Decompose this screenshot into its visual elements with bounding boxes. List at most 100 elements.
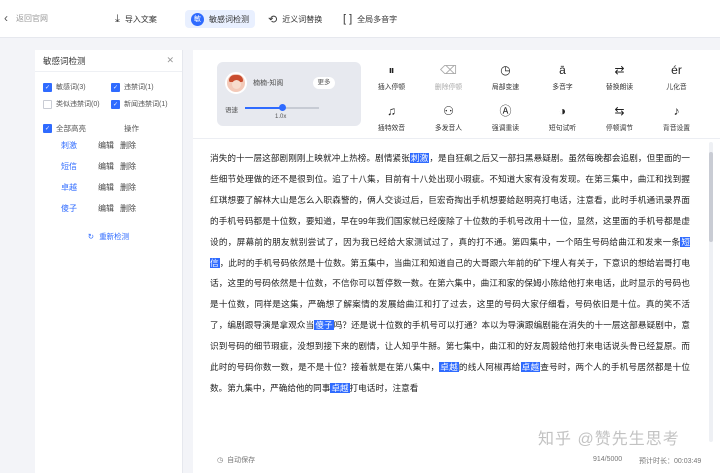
list-item: 短信 编辑 删除 xyxy=(43,156,174,177)
script-text-editor[interactable]: 消失的十一层这部剧刚刚上映就冲上热榜。剧情紧张刺激，是自狂飙之后又一部扫黑悬疑剧… xyxy=(210,148,690,438)
local-speed-tool[interactable]: ◷ 局部变速 xyxy=(477,62,534,91)
pause-adjust-tool[interactable]: ⇆ 停顿调节 xyxy=(591,103,648,132)
speed-slider-fill xyxy=(245,107,282,109)
polyphone-icon: [ ] xyxy=(343,13,353,25)
synonym-replace-button[interactable]: ⟲ 近义词替换 xyxy=(268,10,322,28)
category-prohibited[interactable]: ✓ 违禁词(1) xyxy=(111,82,183,92)
clock-icon: ◷ xyxy=(217,457,224,464)
char-count: 914/5000 xyxy=(593,456,623,463)
delete-button[interactable]: 删除 xyxy=(120,182,136,193)
speed-slider-thumb[interactable] xyxy=(278,104,286,111)
music-note-icon: ♫ xyxy=(387,104,396,118)
remove-pause-tool[interactable]: ⌫ 删除停顿 xyxy=(420,62,477,91)
highlighted-sensitive-word[interactable]: 傻子 xyxy=(314,320,334,331)
voice-name: 楠楠-知阁 xyxy=(253,80,284,87)
close-icon[interactable]: ✕ xyxy=(166,55,174,66)
remove-pause-icon: ⌫ xyxy=(440,63,457,77)
emphasis-icon: Ⓐ xyxy=(499,104,512,118)
operation-column-label: 操作 xyxy=(124,123,139,133)
highlighted-sensitive-word[interactable]: 卓越 xyxy=(520,362,541,373)
delete-button[interactable]: 删除 xyxy=(120,140,136,151)
edit-button[interactable]: 编辑 xyxy=(98,161,114,172)
sensitive-word[interactable]: 短信 xyxy=(43,161,98,172)
synonym-replace-icon: ⟲ xyxy=(268,13,278,26)
panel-header: 敏感词检测 ✕ xyxy=(35,50,182,72)
back-label: 返回官网 xyxy=(16,13,48,23)
emphasis-tool[interactable]: Ⓐ 强调重读 xyxy=(477,103,534,132)
highlighted-sensitive-word[interactable]: 刺激 xyxy=(409,153,430,163)
delete-button[interactable]: 删除 xyxy=(120,161,136,172)
polyphone-tool[interactable]: ā 多音字 xyxy=(534,62,591,91)
preview-icon: ◑ xyxy=(558,104,567,118)
category-news-prohibited[interactable]: ✓ 新闻违禁词(1) xyxy=(111,99,183,109)
panel-title: 敏感词检测 xyxy=(43,55,86,66)
checkbox-checked-icon[interactable]: ✓ xyxy=(111,99,120,109)
sensitive-word[interactable]: 刺激 xyxy=(43,140,98,151)
back-to-site-button[interactable]: ‹ 返回官网 xyxy=(0,7,80,29)
estimated-duration: 预计时长：00:03:49 xyxy=(639,458,702,465)
editor-footer: ◷ 自动保存 914/5000 预计时长：00:03:49 xyxy=(193,447,720,473)
avatar[interactable] xyxy=(225,72,247,94)
edit-button[interactable]: 编辑 xyxy=(98,203,114,214)
replace-read-tool[interactable]: ⇄ 替换朗读 xyxy=(591,62,648,91)
editor-scrollbar[interactable] xyxy=(709,142,713,442)
import-text-button[interactable]: ⤓ 导入文案 xyxy=(115,10,157,28)
edit-button[interactable]: 编辑 xyxy=(98,182,114,193)
text-segment: 消失的十一层这部剧刚刚上映就冲上热榜。剧情紧张 xyxy=(210,153,410,163)
erhua-tool[interactable]: ér 儿化音 xyxy=(648,62,705,91)
recheck-button[interactable]: ↻ 重新检测 xyxy=(35,231,182,242)
list-item: 刺激 编辑 删除 xyxy=(43,135,174,156)
checkbox-unchecked-icon[interactable] xyxy=(43,99,52,109)
speed-slider[interactable] xyxy=(245,104,319,111)
erhua-icon: ér xyxy=(671,63,682,77)
text-segment: 打电话时，注意看 xyxy=(349,382,419,393)
list-item: 傻子 编辑 删除 xyxy=(43,198,174,219)
edit-button[interactable]: 编辑 xyxy=(98,140,114,151)
speed-icon: ◷ xyxy=(500,63,511,77)
sensitive-word-panel: 敏感词检测 ✕ ✓ 敏感词(3) ✓ 违禁词(1) 类似违禁词(0) ✓ 新闻违… xyxy=(35,50,183,473)
category-filters: ✓ 敏感词(3) ✓ 违禁词(1) 类似违禁词(0) ✓ 新闻违禁词(1) xyxy=(35,72,182,109)
checkbox-checked-icon[interactable]: ✓ xyxy=(111,82,120,92)
text-segment: 的线人阿椒再给 xyxy=(458,362,521,373)
category-similar-prohibited[interactable]: 类似违禁词(0) xyxy=(43,99,111,109)
scrollbar-thumb[interactable] xyxy=(709,152,713,242)
multi-speaker-icon: ⚇ xyxy=(443,104,454,118)
sensitive-word[interactable]: 傻子 xyxy=(43,203,98,214)
top-toolbar: ‹ 返回官网 ⤓ 导入文案 敏 敏感词检测 ⟲ 近义词替换 [ ] 全局多音字 xyxy=(0,0,720,38)
divider xyxy=(193,138,720,139)
watermark: 知乎 @赞先生思考 xyxy=(538,431,680,448)
sensitive-check-icon: 敏 xyxy=(191,12,204,26)
sensitive-check-button[interactable]: 敏 敏感词检测 xyxy=(185,10,255,28)
more-voices-button[interactable]: 更多 xyxy=(313,77,335,89)
word-list-header: ✓ 全部高亮 操作 xyxy=(43,121,174,135)
editor-area: 楠楠-知阁 更多 语速 1.0x ⏸ 插入停顿 ⌫ 删除停顿 ◷ 局部变速 ā … xyxy=(193,50,720,473)
background-music-icon: ♪ xyxy=(673,104,680,118)
select-all-checkbox[interactable]: ✓ xyxy=(43,123,52,133)
category-sensitive[interactable]: ✓ 敏感词(3) xyxy=(43,82,111,92)
arrow-left-icon: ‹ xyxy=(4,11,8,25)
multi-speaker-tool[interactable]: ⚇ 多发音人 xyxy=(420,103,477,132)
global-polyphone-button[interactable]: [ ] 全局多音字 xyxy=(343,10,397,28)
polyphone-icon: ā xyxy=(559,63,566,77)
delete-button[interactable]: 删除 xyxy=(120,203,136,214)
background-music-tool[interactable]: ♪ 背音设置 xyxy=(648,103,705,132)
speed-value: 1.0x xyxy=(275,114,287,120)
tool-grid: ⏸ 插入停顿 ⌫ 删除停顿 ◷ 局部变速 ā 多音字 ⇄ 替换朗读 ér 儿化音… xyxy=(363,62,703,132)
checkbox-checked-icon[interactable]: ✓ xyxy=(43,82,52,92)
highlighted-sensitive-word[interactable]: 卓越 xyxy=(330,382,350,393)
refresh-icon: ↻ xyxy=(87,232,95,241)
select-all-label: 全部高亮 xyxy=(56,123,86,133)
sensitive-word[interactable]: 卓越 xyxy=(43,182,98,193)
list-item: 卓越 编辑 删除 xyxy=(43,177,174,198)
import-icon: ⤓ xyxy=(115,12,120,25)
replace-read-icon: ⇄ xyxy=(614,63,625,77)
insert-pause-tool[interactable]: ⏸ 插入停顿 xyxy=(363,62,420,91)
sentence-preview-tool[interactable]: ◑ 短句试听 xyxy=(534,103,591,132)
text-segment: ，是自狂飙之后又一部扫黑悬疑剧。虽然每晚都会追剧，但里面的一些细节处理做的还不是… xyxy=(210,153,690,247)
speed-label: 语速 xyxy=(225,107,238,114)
autosave-label: 自动保存 xyxy=(227,457,256,464)
highlighted-sensitive-word[interactable]: 卓越 xyxy=(439,362,459,373)
sound-effect-tool[interactable]: ♫ 插特效音 xyxy=(363,103,420,132)
voice-player: 楠楠-知阁 更多 语速 1.0x xyxy=(217,62,361,126)
pause-icon: ⏸ xyxy=(388,63,395,77)
